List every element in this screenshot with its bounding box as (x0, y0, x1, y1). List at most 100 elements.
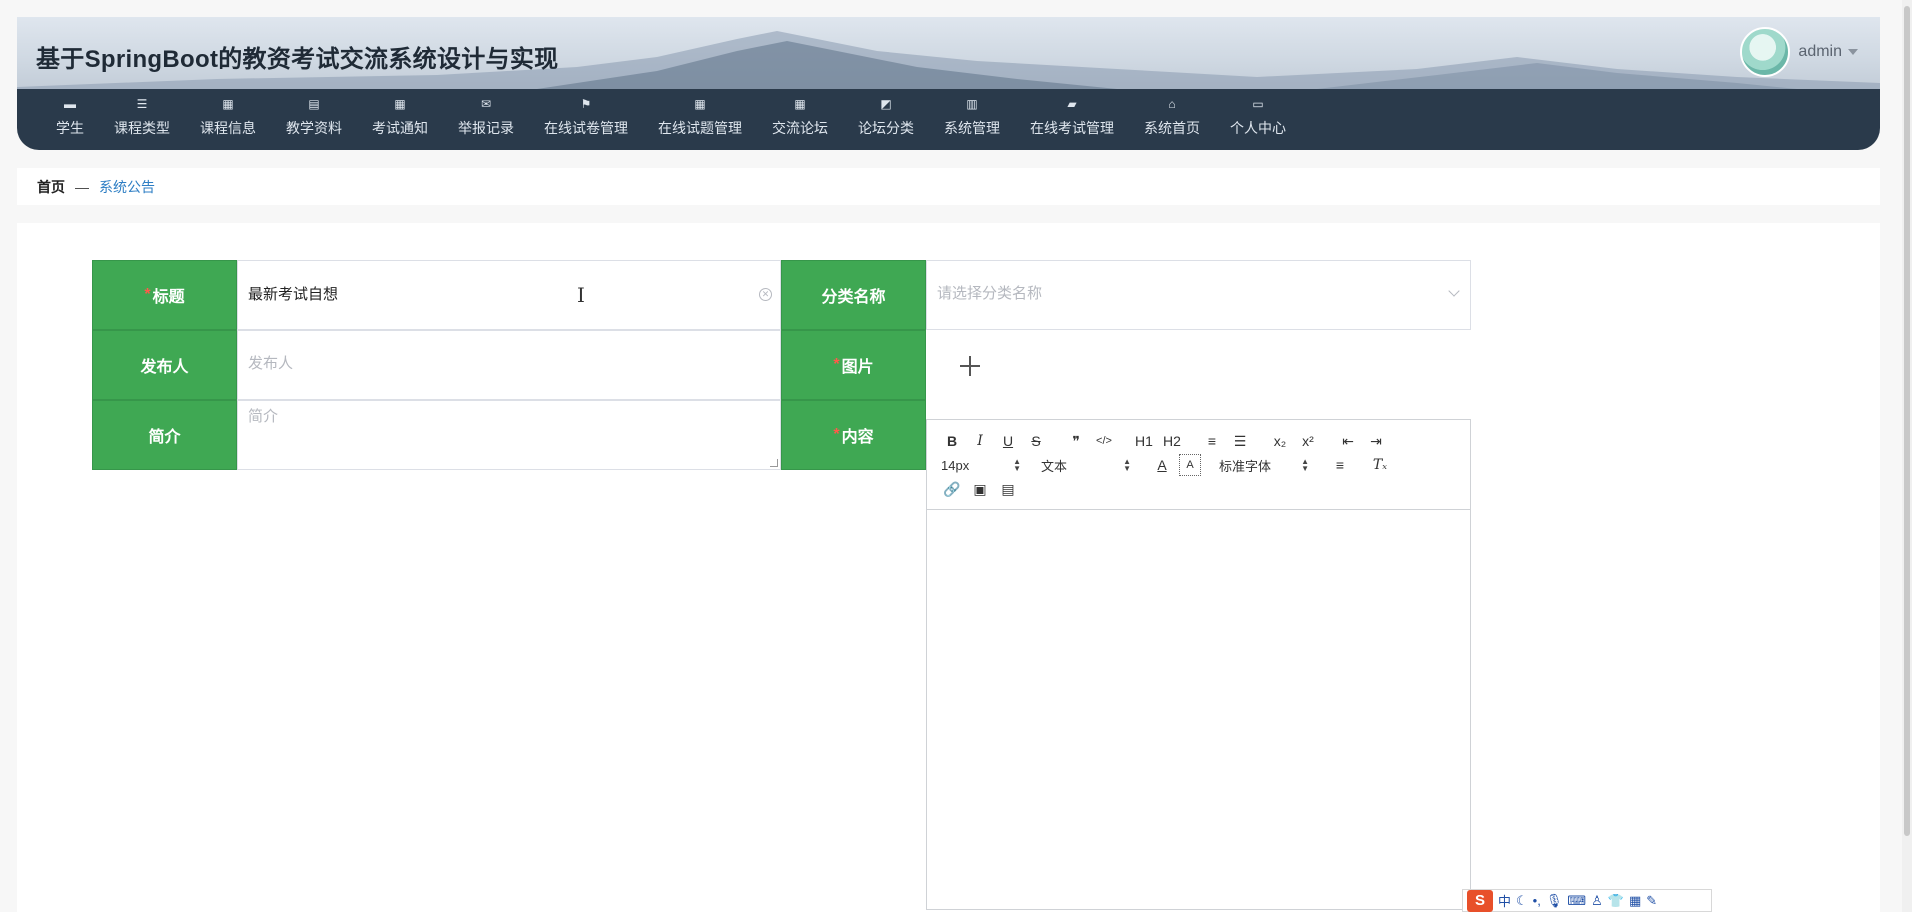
outdent-icon[interactable]: ⇤ (1337, 430, 1359, 452)
person-icon[interactable]: ♙ (1591, 893, 1603, 909)
page-scrollbar[interactable] (1902, 0, 1912, 912)
select-arrows-icon: ▲ ▼ (1301, 457, 1309, 473)
upload-plus-icon[interactable] (958, 354, 982, 378)
link-icon[interactable]: 🔗 (941, 478, 963, 500)
nav-label: 系统管理 (944, 120, 1000, 136)
grid-icon: ▦ (694, 97, 706, 111)
chevron-down-icon[interactable] (1448, 285, 1460, 297)
breadcrumb-separator: — (75, 178, 89, 195)
user-menu[interactable]: admin (1740, 27, 1858, 77)
bold-button[interactable]: B (941, 430, 963, 452)
nav-item-course-type[interactable]: ☰ 课程类型 (99, 89, 185, 150)
punctuation-icon[interactable]: •, (1533, 893, 1541, 908)
keyboard-icon[interactable]: ⌨ (1567, 893, 1586, 909)
nav-item-forum-category[interactable]: ◩ 论坛分类 (843, 89, 929, 150)
nav-label: 举报记录 (458, 120, 514, 136)
category-label-text: 分类名称 (821, 289, 886, 306)
chevron-down-icon[interactable] (1848, 49, 1858, 55)
italic-button[interactable]: I (969, 430, 991, 452)
flag-icon: ⚑ (580, 97, 592, 111)
publisher-input[interactable] (248, 355, 728, 372)
ime-toolbar[interactable]: S 中 ☾ •, 🎙 ⌨ ♙ 👕 ▦ ✎ (1462, 889, 1712, 912)
title-label-text: 标题 (152, 289, 185, 306)
username[interactable]: admin (1798, 43, 1842, 61)
title-input[interactable] (248, 285, 728, 302)
nav-item-student[interactable]: ▬ 学生 (41, 89, 99, 150)
apps-icon[interactable]: ▦ (1629, 893, 1641, 909)
nav-item-course-info[interactable]: ▦ 课程信息 (185, 89, 271, 150)
scrollbar-thumb[interactable] (1904, 6, 1910, 836)
grid-icon: ▦ (222, 97, 234, 111)
mailbox-icon: ✉ (480, 97, 492, 111)
nav-item-materials[interactable]: ▤ 教学资料 (271, 89, 357, 150)
toolbar-row: B I U S ❞ </> H1 H2 ≡ ☰ x₂ x² ⇤ ⇥ (941, 429, 1460, 453)
nav-label: 系统首页 (1144, 120, 1200, 136)
ime-mode[interactable]: 中 (1498, 891, 1511, 910)
breadcrumb-current[interactable]: 系统公告 (99, 177, 155, 197)
summary-textarea[interactable] (248, 405, 768, 465)
font-family-value: 标准字体 (1219, 458, 1272, 474)
microphone-icon[interactable]: 🎙 (1546, 893, 1563, 909)
nav-label: 课程信息 (200, 120, 256, 136)
title-label: * 标题 (92, 260, 237, 330)
required-mark: * (144, 286, 151, 303)
font-color-icon[interactable]: A (1151, 454, 1173, 476)
font-size-select[interactable]: 14px ▲ ▼ (941, 458, 1021, 473)
background-color-icon[interactable]: A (1179, 454, 1201, 476)
shirt-icon[interactable]: 👕 (1608, 893, 1624, 909)
underline-button[interactable]: U (997, 430, 1019, 452)
editor-toolbar: B I U S ❞ </> H1 H2 ≡ ☰ x₂ x² ⇤ ⇥ 14px ▲… (927, 420, 1470, 510)
toolbar-row: 🔗 ▣ ▤ (941, 477, 1460, 501)
bullet-list-icon[interactable]: ☰ (1229, 430, 1251, 452)
nav-item-home[interactable]: ⌂ 系统首页 (1129, 89, 1215, 150)
category-input[interactable] (937, 285, 1417, 302)
publisher-label-text: 发布人 (140, 359, 189, 376)
avatar[interactable] (1740, 27, 1791, 77)
title-field[interactable]: ✕ (237, 260, 781, 330)
nav-label: 论坛分类 (858, 120, 914, 136)
code-icon[interactable]: </> (1093, 430, 1115, 452)
grid-icon: ▦ (794, 97, 806, 111)
nav-label: 学生 (56, 120, 84, 136)
nav-item-system-manage[interactable]: ▥ 系统管理 (929, 89, 1015, 150)
image-icon[interactable]: ▣ (969, 478, 991, 500)
editor-content-area[interactable] (927, 510, 1470, 908)
nav-item-profile[interactable]: ▭ 个人中心 (1215, 89, 1301, 150)
moon-icon[interactable]: ☾ (1516, 893, 1528, 909)
nav-item-paper-manage[interactable]: ⚑ 在线试卷管理 (529, 89, 643, 150)
resize-handle-icon[interactable] (770, 459, 778, 467)
tools-icon[interactable]: ✎ (1646, 893, 1657, 909)
subscript-button[interactable]: x₂ (1269, 430, 1291, 452)
ime-logo[interactable]: S (1467, 889, 1493, 912)
clear-format-icon[interactable]: Tₓ (1369, 454, 1391, 476)
category-select[interactable] (926, 260, 1471, 330)
h1-button[interactable]: H1 (1133, 430, 1155, 452)
font-family-select[interactable]: 标准字体 ▲ ▼ (1219, 456, 1309, 475)
publisher-field[interactable] (237, 330, 781, 400)
nav-item-online-exam[interactable]: ▰ 在线考试管理 (1015, 89, 1129, 150)
required-mark: * (833, 426, 840, 443)
nav-label: 在线考试管理 (1030, 120, 1114, 136)
align-icon[interactable]: ≡ (1329, 454, 1351, 476)
h2-button[interactable]: H2 (1161, 430, 1183, 452)
breadcrumb-home[interactable]: 首页 (37, 177, 65, 197)
indent-icon[interactable]: ⇥ (1365, 430, 1387, 452)
superscript-button[interactable]: x² (1297, 430, 1319, 452)
blockquote-icon[interactable]: ❞ (1065, 430, 1087, 452)
nav-item-forum[interactable]: ▦ 交流论坛 (757, 89, 843, 150)
ordered-list-icon[interactable]: ≡ (1201, 430, 1223, 452)
block-format-select[interactable]: 文本 ▲ ▼ (1041, 456, 1131, 475)
font-size-value: 14px (941, 457, 970, 473)
video-icon[interactable]: ▤ (997, 478, 1019, 500)
nav-item-reports[interactable]: ✉ 举报记录 (443, 89, 529, 150)
nav-item-question-manage[interactable]: ▦ 在线试题管理 (643, 89, 757, 150)
rich-text-editor[interactable]: B I U S ❞ </> H1 H2 ≡ ☰ x₂ x² ⇤ ⇥ 14px ▲… (926, 419, 1471, 910)
summary-field[interactable] (237, 400, 781, 470)
nav-item-exam-notice[interactable]: ▦ 考试通知 (357, 89, 443, 150)
image-label-text: 图片 (841, 359, 874, 376)
ticket-icon: ▰ (1067, 97, 1077, 111)
strike-button[interactable]: S (1025, 430, 1047, 452)
block-format-value: 文本 (1041, 458, 1068, 474)
clear-icon[interactable]: ✕ (759, 288, 772, 301)
sliders-icon: ☰ (136, 97, 148, 111)
